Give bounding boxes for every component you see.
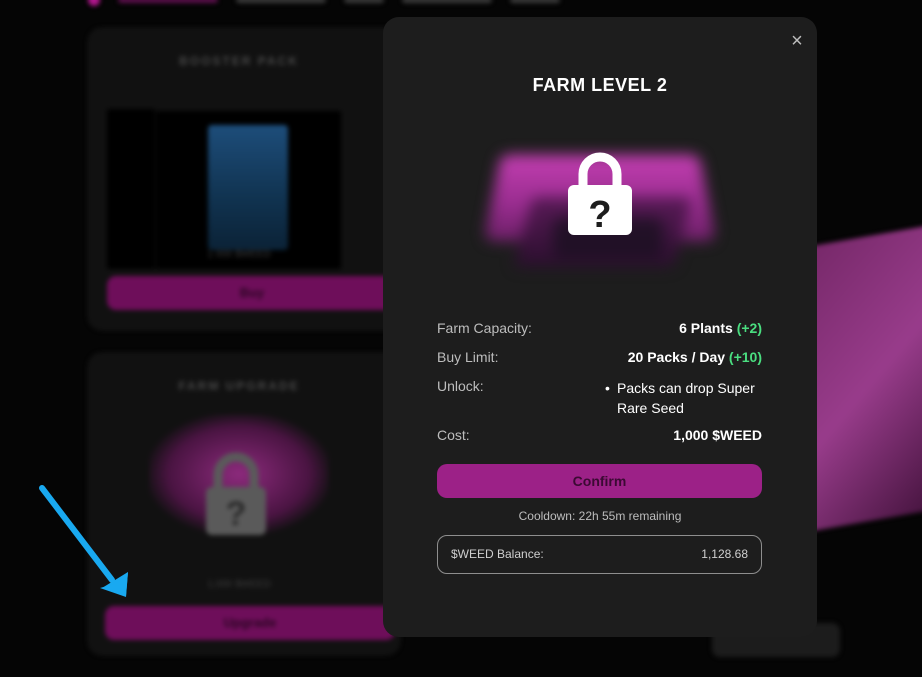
farm-level-modal: × FARM LEVEL 2 ? Farm Capacity: 6 Plants…	[383, 17, 817, 637]
confirm-button[interactable]: Confirm	[437, 464, 762, 498]
buy-limit-row: Buy Limit: 20 Packs / Day (+10)	[437, 349, 762, 378]
unlock-label: Unlock:	[437, 378, 484, 394]
cost-row: Cost: 1,000 $WEED	[437, 427, 762, 456]
cost-value: 1,000 $WEED	[673, 427, 762, 443]
svg-text:?: ?	[588, 194, 611, 236]
booster-pack-image	[208, 125, 288, 250]
farm-capacity-bonus: (+2)	[736, 320, 762, 336]
farm-capacity-value: 6 Plants (+2)	[679, 320, 762, 336]
background-tabs	[88, 0, 560, 6]
modal-title: FARM LEVEL 2	[532, 75, 668, 95]
tab-active	[118, 0, 218, 3]
buy-limit-value: 20 Packs / Day (+10)	[627, 349, 762, 365]
booster-pack-price: 1 000 $WEED	[207, 249, 271, 260]
pack-preview[interactable]	[156, 111, 341, 269]
cost-label: Cost:	[437, 427, 470, 443]
balance-label: $WEED Balance:	[451, 547, 544, 561]
booster-pack-title: BOOSTER PACK	[179, 54, 299, 68]
pack-thumbnail	[107, 109, 155, 269]
farm-capacity-row: Farm Capacity: 6 Plants (+2)	[437, 320, 762, 349]
lock-icon: ?	[201, 449, 271, 553]
weed-balance-box: $WEED Balance: 1,128.68	[437, 535, 762, 574]
upgrade-button[interactable]: Upgrade	[105, 606, 395, 640]
tab	[344, 0, 384, 3]
tab	[236, 0, 326, 3]
farm-upgrade-card: FARM UPGRADE ? 1,000 $WEED Upgrade	[88, 353, 400, 655]
upgrade-details: Farm Capacity: 6 Plants (+2) Buy Limit: …	[437, 320, 762, 456]
balance-value: 1,128.68	[701, 547, 748, 561]
buy-button[interactable]: Buy	[107, 276, 397, 310]
close-icon[interactable]: ×	[787, 31, 807, 51]
unlock-row: Unlock: Packs can drop Super Rare Seed	[437, 378, 762, 427]
booster-pack-card: BOOSTER PACK 1 000 $WEED Buy	[88, 28, 400, 330]
farm-scene-image	[805, 222, 922, 533]
cooldown-text: Cooldown: 22h 55m remaining	[518, 509, 682, 523]
farm-upgrade-title: FARM UPGRADE	[178, 379, 300, 393]
farm-upgrade-price: 1,000 $WEED	[207, 579, 271, 590]
tab	[402, 0, 492, 3]
tab	[510, 0, 560, 3]
farm-capacity-label: Farm Capacity:	[437, 320, 532, 336]
unlock-item: Packs can drop Super Rare Seed	[605, 378, 767, 418]
lock-question-icon: ?	[568, 152, 632, 236]
buy-limit-bonus: (+10)	[728, 349, 762, 365]
svg-text:?: ?	[226, 495, 247, 533]
buy-limit-label: Buy Limit:	[437, 349, 499, 365]
tab-indicator	[88, 0, 100, 6]
